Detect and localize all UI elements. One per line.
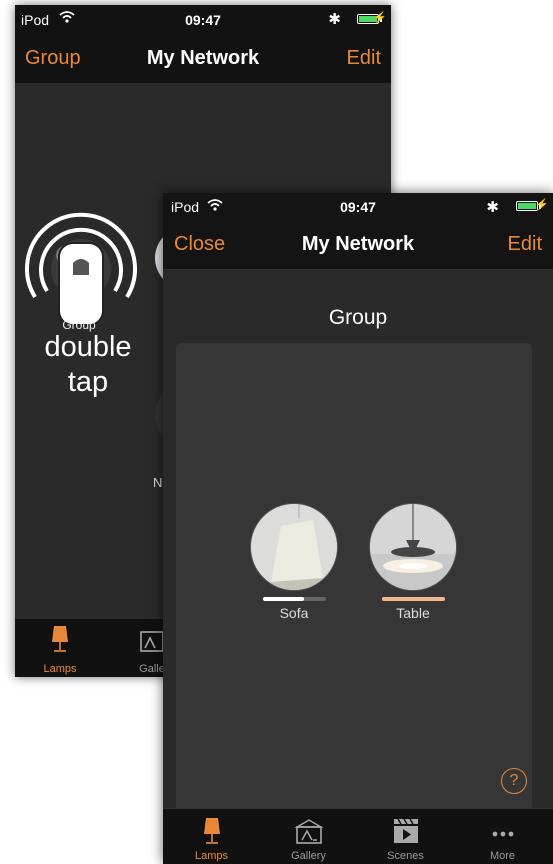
- tab-label: More: [489, 850, 516, 862]
- sofa-label: Sofa: [279, 605, 309, 621]
- tab-lamps[interactable]: Lamps: [15, 619, 107, 677]
- partial-lamp-label: N: [153, 475, 163, 490]
- help-icon: ?: [509, 772, 519, 789]
- tab-label: Lamps: [194, 850, 229, 862]
- edit-button[interactable]: Edit: [347, 47, 381, 70]
- page-title: My Network: [146, 47, 260, 69]
- double-tap-hint: double tap: [15, 330, 161, 400]
- charging-icon: ⚡: [535, 199, 549, 211]
- tab-more[interactable]: More: [454, 809, 551, 864]
- tab-gallery[interactable]: Gallery: [260, 809, 357, 864]
- table-lamp-photo: [369, 503, 457, 591]
- page-title: My Network: [301, 233, 415, 255]
- sofa-brightness-fill: [263, 597, 304, 601]
- help-button[interactable]: ?: [501, 768, 527, 794]
- clapperboard-icon: [391, 817, 421, 850]
- tab-label: Gallery: [291, 850, 326, 862]
- gallery-icon: [293, 819, 324, 850]
- sofa-brightness-track[interactable]: [263, 597, 326, 601]
- front-phone-screen: iPod 09:47 ✱ ⚡ Close My Network Edit Gro…: [163, 193, 553, 864]
- tab-label: Scenes: [387, 850, 424, 862]
- edit-button[interactable]: Edit: [508, 233, 542, 256]
- tab-label: Lamps: [43, 663, 77, 675]
- status-bar: iPod 09:47 ✱ ⚡: [163, 193, 553, 219]
- nav-bar: Close My Network Edit: [163, 219, 553, 270]
- hint-line-1: double: [44, 331, 132, 363]
- gallery-icon: [139, 629, 165, 658]
- lamp-icon: [49, 625, 71, 658]
- table-brightness-track[interactable]: [382, 597, 445, 601]
- status-bar: iPod 09:47 ✱ ⚡: [15, 5, 391, 35]
- sofa-lamp-photo: [250, 503, 338, 591]
- tab-bar: Lamps Gallery Scenes More: [163, 808, 553, 864]
- more-dots-icon: [491, 825, 515, 843]
- charging-icon: ⚡: [373, 12, 387, 24]
- table-brightness-fill: [382, 597, 445, 601]
- tab-scenes[interactable]: Scenes: [357, 809, 454, 864]
- section-title: Group: [328, 306, 388, 329]
- bluetooth-icon: ✱: [486, 199, 499, 216]
- lamp-item-sofa[interactable]: Sofa: [250, 503, 340, 623]
- lamp-icon: [201, 817, 223, 850]
- nav-bar: Group My Network Edit: [15, 35, 391, 83]
- tab-lamps[interactable]: Lamps: [163, 809, 260, 864]
- tap-gesture-icon: [21, 205, 141, 335]
- table-label: Table: [396, 605, 430, 621]
- hint-line-2: tap: [67, 366, 109, 398]
- group-panel: Sofa Table: [176, 343, 532, 811]
- bluetooth-icon: ✱: [328, 11, 341, 28]
- lamp-item-table[interactable]: Table: [369, 503, 459, 623]
